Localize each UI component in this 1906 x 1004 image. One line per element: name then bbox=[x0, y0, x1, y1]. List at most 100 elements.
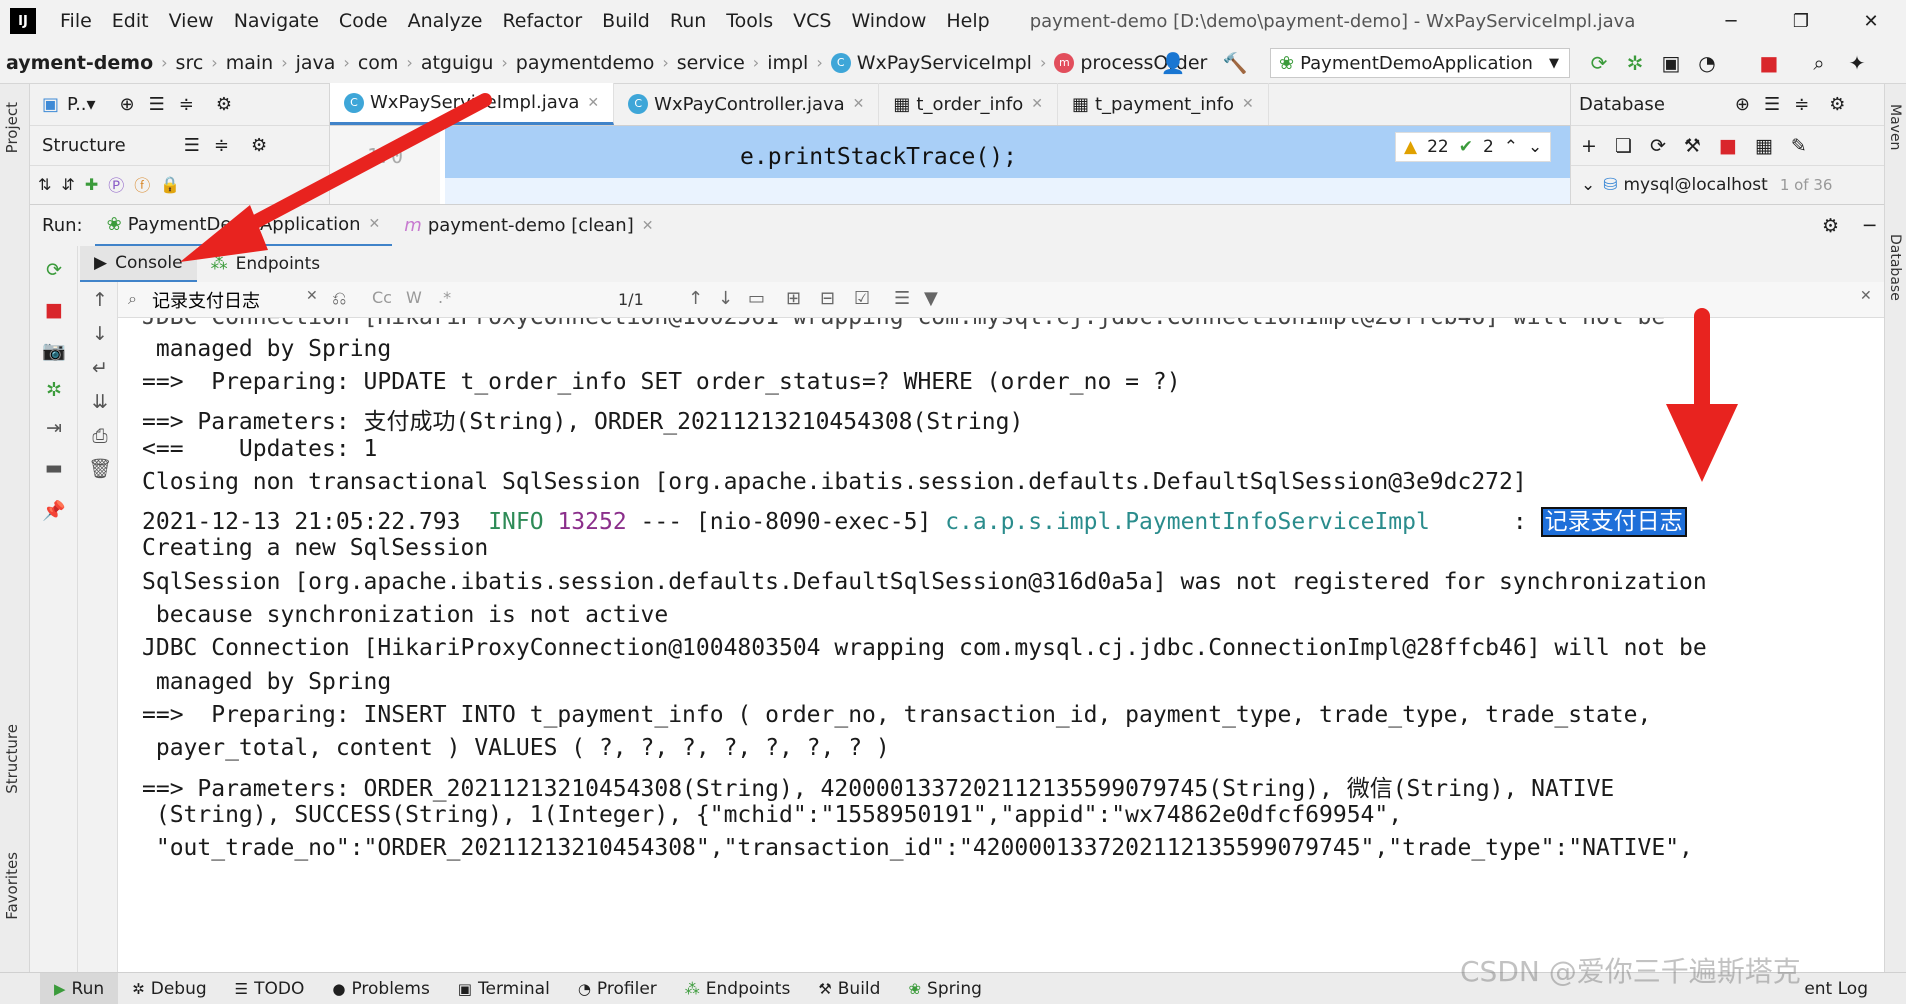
close-tab-icon[interactable]: ✕ bbox=[369, 216, 381, 232]
trash-icon[interactable]: 🗑 bbox=[88, 456, 112, 480]
refresh-icon[interactable]: ⟳ bbox=[1650, 135, 1666, 157]
bottom-tab-terminal[interactable]: ▣ Terminal bbox=[444, 973, 564, 1004]
menu-tools[interactable]: Tools bbox=[716, 10, 783, 32]
bottom-tab-todo[interactable]: ☰ TODO bbox=[221, 973, 319, 1004]
breadcrumb-paymentdemo[interactable]: paymentdemo bbox=[510, 52, 661, 74]
menu-file[interactable]: File bbox=[50, 10, 102, 32]
db-expand-icon[interactable]: ☰ bbox=[1764, 94, 1780, 115]
bottom-tab-debug[interactable]: ✲ Debug bbox=[118, 973, 220, 1004]
close-search-icon[interactable]: ✕ bbox=[1860, 288, 1872, 304]
scroll-end-icon[interactable]: ⇊ bbox=[88, 390, 112, 414]
breadcrumb-impl[interactable]: impl bbox=[761, 52, 814, 74]
funnel-icon[interactable]: ▼ bbox=[924, 288, 938, 309]
bottom-tab-event-log[interactable]: ent Log bbox=[1790, 973, 1882, 1004]
stop-icon[interactable]: ■ bbox=[1756, 50, 1782, 76]
locate-icon[interactable]: ⊕ bbox=[120, 94, 135, 115]
expand-all-icon[interactable]: ☰ bbox=[149, 94, 165, 115]
db-collapse-icon[interactable]: ≑ bbox=[1794, 94, 1809, 115]
close-icon[interactable]: ✕ bbox=[1836, 0, 1906, 42]
search-input[interactable] bbox=[126, 285, 406, 314]
profiler-icon[interactable]: ◔ bbox=[1694, 50, 1720, 76]
whole-word-toggle[interactable]: W bbox=[406, 288, 422, 307]
sort-alpha-icon[interactable]: ⇅ bbox=[38, 175, 51, 194]
database-tool-tab[interactable]: Database bbox=[1887, 234, 1903, 301]
tab-wxpaycontroller[interactable]: C WxPayController.java ✕ bbox=[614, 83, 880, 125]
history-icon[interactable]: ⎌ bbox=[332, 288, 346, 309]
breadcrumb-com[interactable]: com bbox=[352, 52, 405, 74]
menu-help[interactable]: Help bbox=[936, 10, 999, 32]
tab-wxpayserviceimpl[interactable]: C WxPayServiceImpl.java ✕ bbox=[330, 83, 615, 125]
project-view-select[interactable]: P..▾ bbox=[67, 94, 96, 115]
bottom-tab-endpoints[interactable]: ⁂ Endpoints bbox=[671, 973, 805, 1004]
close-tab-icon[interactable]: ✕ bbox=[587, 95, 599, 111]
breadcrumb-java[interactable]: java bbox=[290, 52, 342, 74]
tab-endpoints[interactable]: ⁂ Endpoints bbox=[197, 246, 335, 282]
db-stop-icon[interactable]: ■ bbox=[1719, 135, 1737, 157]
breadcrumb-src[interactable]: src bbox=[170, 52, 210, 74]
plugin-icon[interactable]: ✦ bbox=[1844, 50, 1870, 76]
breadcrumb-method[interactable]: m processOrder bbox=[1048, 52, 1213, 74]
breadcrumb-class[interactable]: C WxPayServiceImpl bbox=[825, 52, 1038, 74]
pin-icon[interactable]: 📌 bbox=[42, 498, 66, 522]
regex-toggle[interactable]: .* bbox=[438, 288, 451, 307]
bottom-tab-profiler[interactable]: ◔ Profiler bbox=[564, 973, 671, 1004]
menu-edit[interactable]: Edit bbox=[102, 10, 159, 32]
coverage-icon[interactable]: ▣ bbox=[1658, 50, 1684, 76]
stop-icon[interactable]: ■ bbox=[42, 298, 66, 322]
hammer-icon[interactable]: 🔨 bbox=[1222, 50, 1248, 76]
inspection-widget[interactable]: ▲ 22 ✔ 2 ⌃ ⌄ bbox=[1395, 132, 1552, 162]
breadcrumb-atguigu[interactable]: atguigu bbox=[415, 52, 500, 74]
bottom-tab-spring[interactable]: ❀ Spring bbox=[894, 973, 995, 1004]
maven-tool-tab[interactable]: Maven bbox=[1887, 104, 1903, 150]
select-all-occurrences-icon[interactable]: ☑ bbox=[854, 288, 870, 309]
gear-icon[interactable]: ⚙ bbox=[216, 94, 232, 115]
lock-icon[interactable]: 🔒 bbox=[160, 175, 180, 194]
property-icon[interactable]: Ⓟ bbox=[108, 172, 124, 196]
clear-icon[interactable]: ✕ bbox=[306, 288, 318, 304]
field-icon[interactable]: ⓕ bbox=[134, 172, 150, 196]
menu-analyze[interactable]: Analyze bbox=[398, 10, 493, 32]
schema-icon[interactable]: ⚒ bbox=[1684, 135, 1701, 157]
bottom-tab-run[interactable]: ▶ Run bbox=[40, 972, 119, 1004]
sort-visibility-icon[interactable]: ⇵ bbox=[61, 175, 74, 194]
filter-icon[interactable]: ≑ bbox=[214, 135, 229, 156]
tab-console[interactable]: ▶ Console bbox=[80, 246, 197, 282]
menu-vcs[interactable]: VCS bbox=[783, 10, 841, 32]
debug-icon[interactable]: ✲ bbox=[1622, 50, 1648, 76]
next-match-icon[interactable]: ↓ bbox=[718, 288, 733, 309]
previous-match-icon[interactable]: ↑ bbox=[688, 288, 703, 309]
favorites-tool-tab[interactable]: Favorites bbox=[3, 852, 21, 920]
run-tab-maven[interactable]: m payment-demo [clean] ✕ bbox=[392, 205, 665, 247]
table-view-icon[interactable]: ▦ bbox=[1755, 135, 1773, 157]
structure-gear-icon[interactable]: ⚙ bbox=[251, 135, 267, 156]
code-editor[interactable]: 170 e.printStackTrace(); bbox=[330, 126, 1570, 204]
layout-icon[interactable]: ▬ bbox=[42, 456, 66, 480]
edit-icon[interactable]: ✎ bbox=[1791, 135, 1807, 157]
menu-window[interactable]: Window bbox=[841, 10, 936, 32]
sort-icon[interactable]: ☰ bbox=[184, 135, 200, 156]
close-tab-icon[interactable]: ✕ bbox=[1242, 96, 1254, 112]
menu-run[interactable]: Run bbox=[660, 10, 716, 32]
arrow-down-icon[interactable]: ↓ bbox=[88, 322, 112, 346]
menu-view[interactable]: View bbox=[159, 10, 224, 32]
bottom-tab-build[interactable]: ⚒ Build bbox=[804, 973, 894, 1004]
minimize-icon[interactable]: ─ bbox=[1696, 0, 1766, 42]
bottom-tab-problems[interactable]: ● Problems bbox=[318, 973, 443, 1004]
user-icon[interactable]: 👤 bbox=[1160, 50, 1186, 76]
menu-build[interactable]: Build bbox=[592, 10, 660, 32]
inherited-icon[interactable]: ✚ bbox=[85, 175, 98, 194]
tab-t-order-info[interactable]: ▦ t_order_info ✕ bbox=[879, 83, 1058, 125]
db-connection[interactable]: mysql@localhost bbox=[1624, 175, 1768, 195]
chevron-down-icon[interactable]: ⌄ bbox=[1528, 137, 1542, 157]
menu-refactor[interactable]: Refactor bbox=[492, 10, 592, 32]
camera-icon[interactable]: 📷 bbox=[42, 338, 66, 362]
arrow-up-icon[interactable]: ↑ bbox=[88, 288, 112, 312]
db-locate-icon[interactable]: ⊕ bbox=[1735, 94, 1750, 115]
structure-tool-tab[interactable]: Structure bbox=[3, 724, 21, 794]
collapse-all-icon[interactable]: ≑ bbox=[179, 94, 194, 115]
login-icon[interactable]: ⇥ bbox=[42, 416, 66, 440]
add-occurrence-icon[interactable]: ⊞ bbox=[786, 288, 801, 309]
run-config-select[interactable]: ❀ PaymentDemoApplication ▼ bbox=[1270, 48, 1570, 78]
hide-icon[interactable]: ─ bbox=[1864, 215, 1875, 237]
add-icon[interactable]: + bbox=[1581, 135, 1597, 157]
